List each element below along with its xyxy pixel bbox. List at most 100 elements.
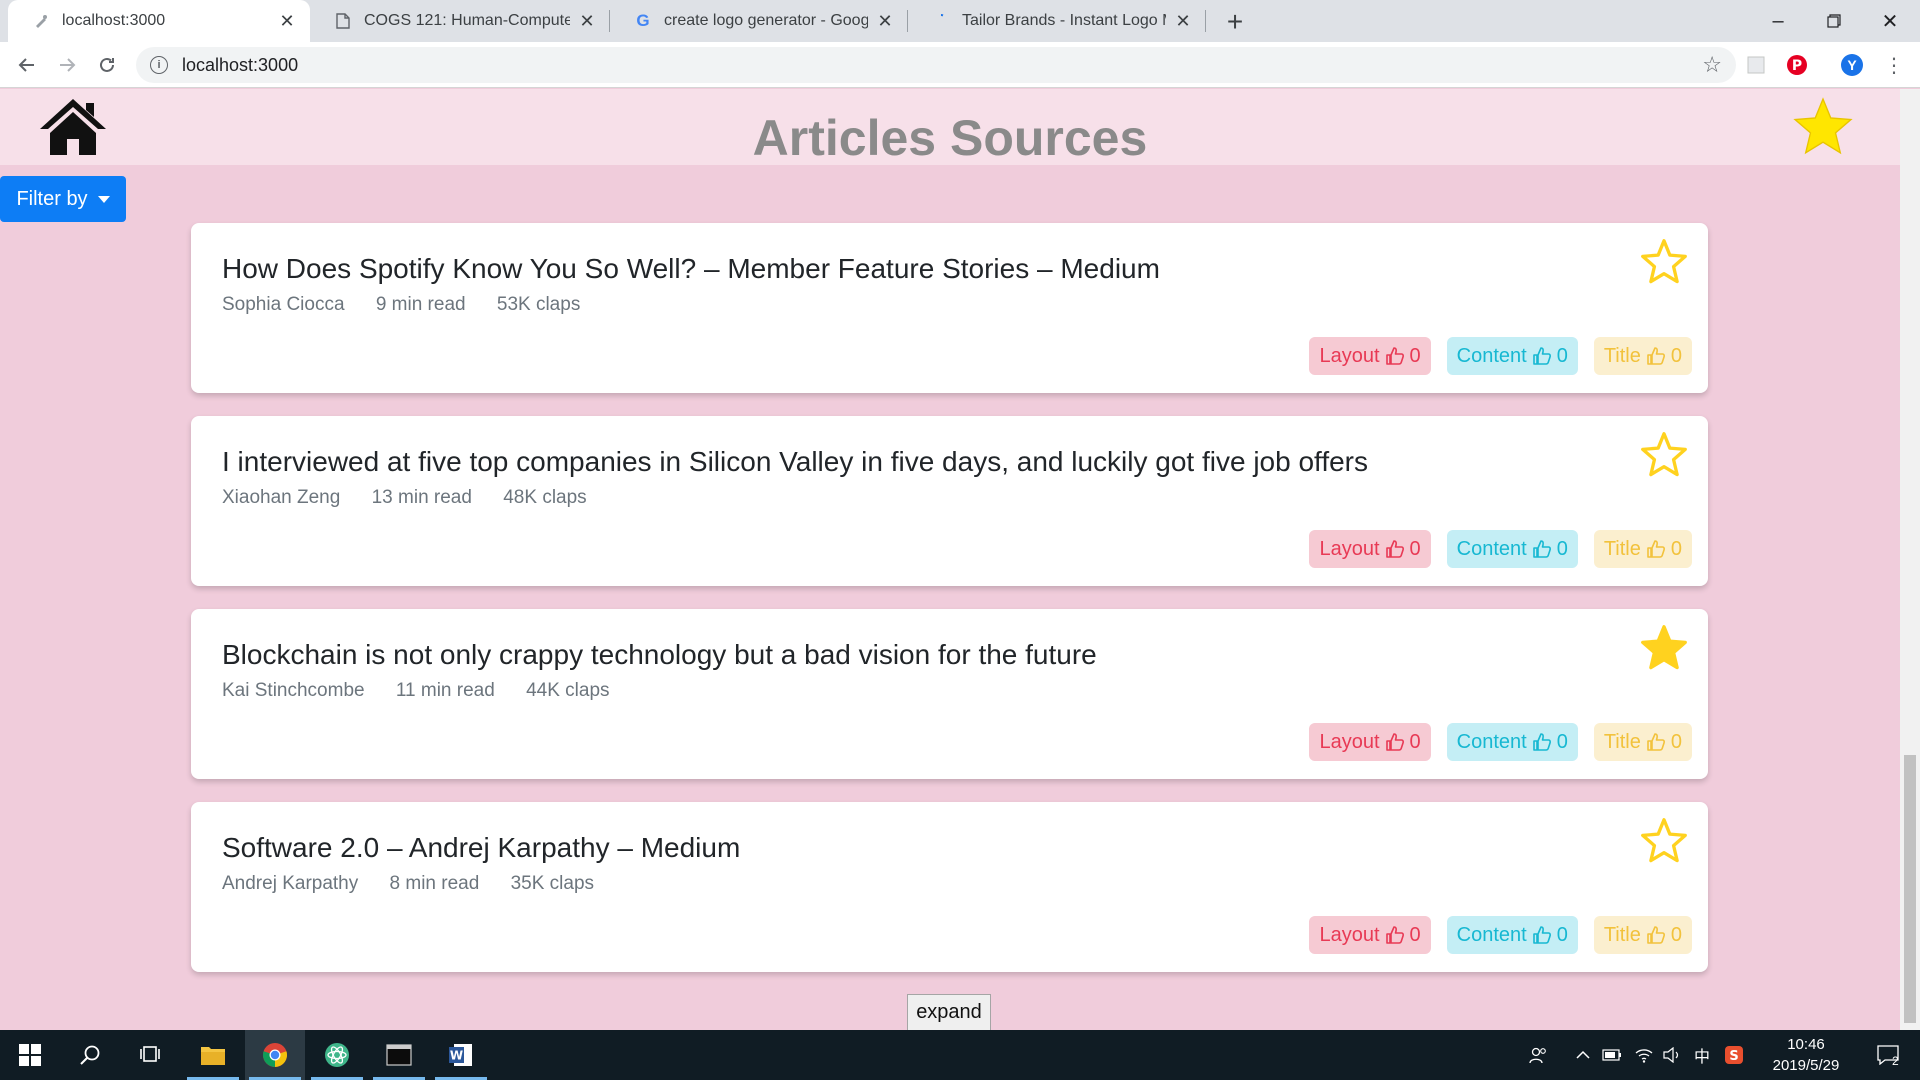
restore-button[interactable] — [1806, 0, 1862, 42]
article-title[interactable]: Software 2.0 – Andrej Karpathy – Medium — [222, 832, 740, 864]
favorite-star-icon[interactable] — [1638, 237, 1690, 287]
layout-like-button[interactable]: Layout 0 — [1309, 337, 1431, 375]
taskbar-chrome[interactable] — [245, 1030, 305, 1080]
title-like-button[interactable]: Title 0 — [1593, 530, 1692, 568]
article-claps: 35K claps — [510, 873, 595, 894]
people-icon[interactable] — [1524, 1030, 1552, 1080]
rating-buttons: Layout 0 Content 0 Title 0 — [1309, 723, 1692, 761]
layout-like-button[interactable]: Layout 0 — [1309, 530, 1431, 568]
article-read-time: 13 min read — [371, 487, 472, 508]
rating-buttons: Layout 0 Content 0 Title 0 — [1309, 530, 1692, 568]
thumbs-up-icon — [1532, 347, 1551, 365]
close-window-button[interactable]: ✕ — [1862, 0, 1918, 42]
article-claps: 53K claps — [496, 294, 581, 315]
article-title[interactable]: How Does Spotify Know You So Well? – Mem… — [222, 253, 1160, 285]
task-view-icon — [140, 1046, 160, 1062]
scrollbar-thumb[interactable] — [1904, 755, 1916, 1023]
layout-like-button[interactable]: Layout 0 — [1309, 723, 1431, 761]
tab-google-search[interactable]: G create logo generator - Googl ✕ — [610, 0, 908, 42]
site-info-icon[interactable]: i — [150, 56, 168, 74]
taskbar-terminal[interactable] — [369, 1030, 429, 1080]
close-tab-icon[interactable]: ✕ — [578, 11, 596, 32]
title-like-button[interactable]: Title 0 — [1593, 337, 1692, 375]
action-center-button[interactable]: 2 — [1866, 1030, 1910, 1080]
reload-icon — [100, 57, 114, 72]
extension-icon[interactable] — [1744, 53, 1768, 77]
terminal-icon — [386, 1044, 412, 1066]
article-title[interactable]: Blockchain is not only crappy technology… — [222, 639, 1097, 671]
minimize-button[interactable]: – — [1750, 0, 1806, 42]
title-like-button[interactable]: Title 0 — [1593, 723, 1692, 761]
article-card[interactable]: Blockchain is not only crappy technology… — [191, 609, 1708, 779]
tab-cogs121[interactable]: COGS 121: Human-Computer ✕ — [310, 0, 610, 42]
tab-tailor-brands[interactable]: Tailor Brands - Instant Logo M ✕ — [908, 0, 1206, 42]
search-icon — [80, 1045, 100, 1065]
article-card[interactable]: I interviewed at five top companies in S… — [191, 416, 1708, 586]
ime-indicator[interactable]: 中 — [1690, 1030, 1714, 1080]
content-count: 0 — [1556, 344, 1568, 367]
title-like-button[interactable]: Title 0 — [1593, 916, 1692, 954]
favorite-star-icon[interactable] — [1638, 816, 1690, 866]
article-read-time: 8 min read — [389, 873, 480, 894]
title-count: 0 — [1670, 537, 1682, 560]
taskbar-word[interactable]: W — [431, 1030, 491, 1080]
close-tab-icon[interactable]: ✕ — [278, 11, 296, 32]
wifi-icon[interactable] — [1632, 1030, 1656, 1080]
article-author: Kai Stinchcombe — [222, 680, 365, 701]
chrome-icon — [262, 1043, 288, 1067]
content-like-button[interactable]: Content 0 — [1446, 916, 1578, 954]
start-button[interactable] — [0, 1030, 60, 1080]
thumbs-up-icon — [1647, 540, 1665, 558]
url-field[interactable]: i localhost:3000 ☆ — [136, 47, 1736, 83]
favorite-star-icon[interactable] — [1638, 430, 1690, 480]
article-meta: Andrej Karpathy 8 min read 35K claps — [222, 873, 620, 895]
restore-icon — [1827, 14, 1841, 28]
task-view-button[interactable] — [120, 1030, 180, 1080]
article-title[interactable]: I interviewed at five top companies in S… — [222, 446, 1368, 478]
layout-like-button[interactable]: Layout 0 — [1309, 916, 1431, 954]
battery-icon[interactable] — [1600, 1030, 1624, 1080]
close-tab-icon[interactable]: ✕ — [876, 11, 894, 32]
thumbs-up-icon — [1385, 540, 1404, 558]
sogou-input-icon[interactable]: S — [1722, 1030, 1746, 1080]
title-label: Title — [1603, 344, 1641, 367]
favorite-star-filled-icon[interactable] — [1638, 623, 1690, 673]
content-like-button[interactable]: Content 0 — [1446, 337, 1578, 375]
close-tab-icon[interactable]: ✕ — [1174, 11, 1192, 32]
article-author: Sophia Ciocca — [222, 294, 345, 315]
browser-menu-icon[interactable]: ⋮ — [1882, 53, 1906, 77]
article-meta: Xiaohan Zeng 13 min read 48K claps — [222, 487, 613, 509]
title-label: Title — [1603, 730, 1641, 753]
filter-by-dropdown[interactable]: Filter by — [0, 176, 126, 222]
reload-button[interactable] — [92, 50, 122, 80]
pinterest-icon[interactable]: P — [1785, 53, 1809, 77]
taskbar-atom[interactable] — [307, 1030, 367, 1080]
tab-localhost[interactable]: localhost:3000 ✕ — [8, 0, 310, 42]
clock-date: 2019/5/29 — [1772, 1057, 1840, 1074]
back-button[interactable] — [12, 50, 42, 80]
article-card[interactable]: How Does Spotify Know You So Well? – Mem… — [191, 223, 1708, 393]
title-count: 0 — [1670, 730, 1682, 753]
filter-label: Filter by — [16, 187, 88, 210]
taskbar-file-explorer[interactable] — [183, 1030, 243, 1080]
forward-button[interactable] — [52, 50, 82, 80]
expand-button[interactable]: expand — [907, 994, 991, 1030]
taskbar-clock[interactable]: 10:46 2019/5/29 — [1756, 1034, 1856, 1076]
content-like-button[interactable]: Content 0 — [1446, 530, 1578, 568]
profile-avatar[interactable]: Y — [1840, 53, 1864, 77]
title-label: Title — [1603, 923, 1641, 946]
content-like-button[interactable]: Content 0 — [1446, 723, 1578, 761]
content-count: 0 — [1556, 537, 1568, 560]
volume-icon[interactable] — [1660, 1030, 1684, 1080]
new-tab-button[interactable]: + — [1220, 6, 1250, 38]
show-hidden-icons-chevron-up-icon[interactable] — [1572, 1030, 1594, 1080]
article-card[interactable]: Software 2.0 – Andrej Karpathy – Medium … — [191, 802, 1708, 972]
favorites-star-icon[interactable] — [1790, 95, 1856, 159]
bookmark-star-icon[interactable]: ☆ — [1702, 52, 1722, 78]
folder-icon — [201, 1047, 225, 1065]
google-icon: G — [636, 11, 650, 30]
layout-label: Layout — [1319, 923, 1380, 946]
tab-label: create logo generator - Googl — [664, 12, 868, 29]
thumbs-up-icon — [1647, 926, 1665, 944]
search-button[interactable] — [60, 1030, 120, 1080]
